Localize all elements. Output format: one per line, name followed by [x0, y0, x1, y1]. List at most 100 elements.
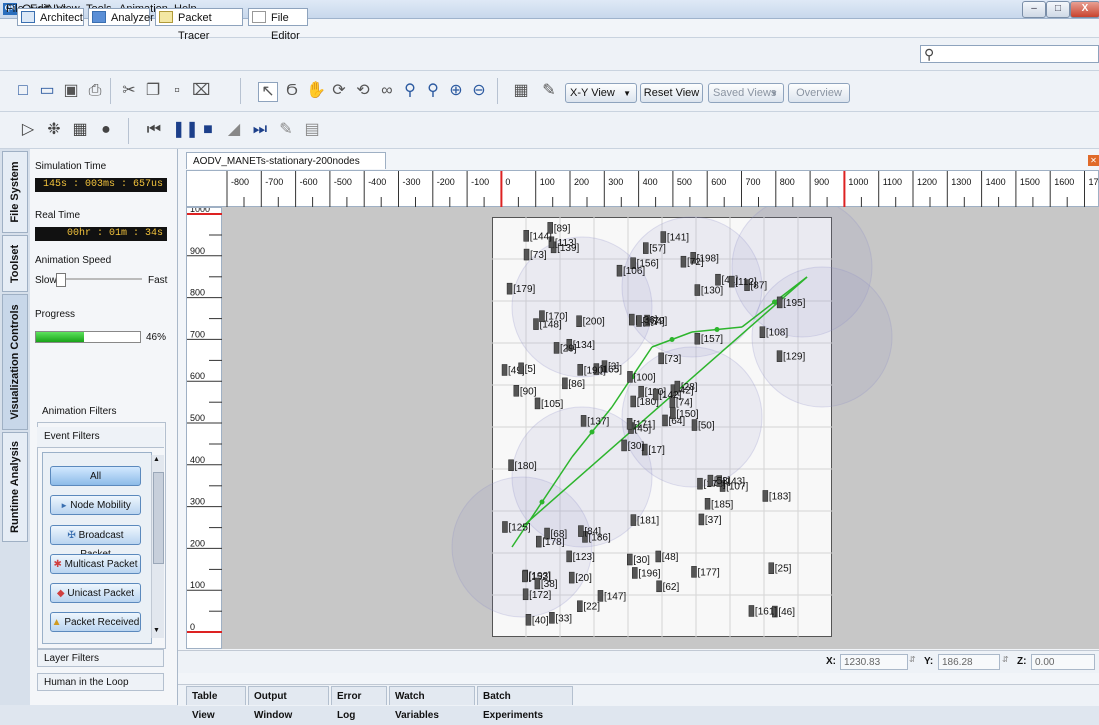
node-device-icon[interactable]: [535, 398, 540, 409]
node-device-icon[interactable]: [656, 551, 661, 562]
scroll-up-icon[interactable]: ▲: [153, 456, 160, 463]
tab-runtime-analysis[interactable]: Runtime Analysis: [2, 432, 28, 542]
node-device-icon[interactable]: [577, 601, 582, 612]
node-device-icon[interactable]: [631, 396, 636, 407]
cut-icon[interactable]: ✂: [120, 82, 138, 100]
node-device-icon[interactable]: [729, 276, 734, 287]
edit-icon[interactable]: ✎: [276, 120, 296, 140]
paste-icon[interactable]: ▫: [168, 82, 186, 100]
brush-icon[interactable]: ✎: [540, 82, 558, 100]
pan-hand-icon[interactable]: ✋: [306, 82, 324, 100]
tab-visualization-controls[interactable]: Visualization Controls: [2, 294, 28, 430]
filter-packet-received-button[interactable]: ▲ Packet Received: [50, 612, 141, 632]
node-device-icon[interactable]: [657, 581, 662, 592]
node-device-icon[interactable]: [577, 316, 582, 327]
node-device-icon[interactable]: [691, 566, 696, 577]
node-device-icon[interactable]: [695, 285, 700, 296]
tab-batch-experiments[interactable]: Batch Experiments: [477, 686, 573, 705]
tab-watch-variables[interactable]: Watch Variables: [389, 686, 475, 705]
node-device-icon[interactable]: [502, 364, 507, 375]
node-device-icon[interactable]: [536, 536, 541, 547]
node-device-icon[interactable]: [769, 563, 774, 574]
node-device-icon[interactable]: [507, 283, 512, 294]
speed-slider-handle[interactable]: [56, 273, 66, 287]
new-scenario-icon[interactable]: □: [14, 82, 32, 100]
zoom-icon[interactable]: ⚲: [401, 82, 419, 100]
tab-toolset[interactable]: Toolset: [2, 235, 28, 292]
node-device-icon[interactable]: [523, 589, 528, 600]
z-coord-field[interactable]: 0.00: [1031, 654, 1095, 670]
settings-gear-icon[interactable]: ❉: [44, 120, 64, 140]
node-device-icon[interactable]: [708, 475, 713, 486]
maximize-button[interactable]: □: [1046, 1, 1070, 18]
scroll-down-icon[interactable]: ▼: [153, 627, 160, 634]
node-device-icon[interactable]: [643, 243, 648, 254]
node-device-icon[interactable]: [637, 315, 642, 326]
node-device-icon[interactable]: [695, 333, 700, 344]
filter-multicast-button[interactable]: ✱ Multicast Packet: [50, 554, 141, 574]
node-device-icon[interactable]: [578, 526, 583, 537]
zoom-in-icon[interactable]: ⊕: [447, 82, 465, 100]
node-device-icon[interactable]: [749, 605, 754, 616]
node-device-icon[interactable]: [659, 353, 664, 364]
pause-icon[interactable]: ❚❚: [172, 120, 192, 140]
scenario-tab[interactable]: AODV_MANETs-stationary-200nodes: [186, 152, 386, 169]
filter-broadcast-button[interactable]: ✠ Broadcast Packet: [50, 525, 141, 545]
architect-button[interactable]: Architect: [17, 8, 84, 26]
stop-icon[interactable]: ■: [198, 120, 218, 140]
close-tab-icon[interactable]: ✕: [1088, 155, 1099, 166]
network-graph[interactable]: [17][148][45][193][42][186][198][79][130…: [222, 207, 1099, 649]
x-spinner-icon[interactable]: ⇵: [909, 655, 916, 664]
file-editor-button[interactable]: File Editor: [248, 8, 308, 26]
open-folder-icon[interactable]: ▭: [38, 82, 56, 100]
node-device-icon[interactable]: [598, 590, 603, 601]
node-device-icon[interactable]: [578, 364, 583, 375]
filter-unicast-button[interactable]: ◆ Unicast Packet: [50, 583, 141, 603]
packet-tracer-button[interactable]: Packet Tracer: [155, 8, 243, 26]
x-coord-field[interactable]: 1230.83: [840, 654, 908, 670]
node-device-icon[interactable]: [526, 614, 531, 625]
saved-views-dropdown[interactable]: Saved Views▼: [708, 83, 784, 103]
search-icon[interactable]: ⚲: [924, 46, 934, 63]
node-device-icon[interactable]: [705, 498, 710, 509]
record-icon[interactable]: ●: [96, 120, 116, 140]
speed-slider-track[interactable]: [58, 278, 142, 280]
filter-scrollbar-thumb[interactable]: [153, 472, 164, 564]
node-device-icon[interactable]: [569, 572, 574, 583]
lasso-icon[interactable]: Ϭ: [283, 82, 301, 100]
node-device-icon[interactable]: [548, 222, 553, 233]
layer-filters-button[interactable]: Layer Filters: [37, 649, 164, 667]
node-device-icon[interactable]: [661, 232, 666, 243]
minimize-button[interactable]: –: [1022, 1, 1046, 18]
stats-chart-icon[interactable]: ▤: [302, 120, 322, 140]
node-device-icon[interactable]: [629, 314, 634, 325]
node-device-icon[interactable]: [670, 408, 675, 419]
human-in-loop-button[interactable]: Human in the Loop: [37, 673, 164, 691]
node-device-icon[interactable]: [554, 342, 559, 353]
reset-view-button[interactable]: Reset View: [640, 83, 703, 103]
y-coord-field[interactable]: 186.28: [938, 654, 1000, 670]
analyzer-button[interactable]: Analyzer: [88, 8, 150, 26]
tab-error-log[interactable]: Error Log: [331, 686, 387, 705]
node-device-icon[interactable]: [715, 274, 720, 285]
node-device-icon[interactable]: [653, 389, 658, 400]
node-device-icon[interactable]: [502, 521, 507, 532]
node-device-icon[interactable]: [639, 386, 644, 397]
rewind-icon[interactable]: ⏮: [144, 120, 164, 140]
node-device-icon[interactable]: [622, 440, 627, 451]
node-device-icon[interactable]: [509, 460, 514, 471]
node-device-icon[interactable]: [763, 490, 768, 501]
node-device-icon[interactable]: [549, 612, 554, 623]
link-icon[interactable]: ∞: [378, 82, 396, 100]
view-select[interactable]: X-Y View▼: [565, 83, 637, 103]
grid-settings-icon[interactable]: ▦: [512, 82, 530, 100]
delete-icon[interactable]: ⌧: [192, 82, 210, 100]
network-canvas[interactable]: [17][148][45][193][42][186][198][79][130…: [222, 207, 1099, 649]
node-device-icon[interactable]: [627, 554, 632, 565]
node-device-icon[interactable]: [627, 371, 632, 382]
search-input[interactable]: [920, 45, 1099, 63]
node-device-icon[interactable]: [631, 515, 636, 526]
node-device-icon[interactable]: [760, 327, 765, 338]
node-device-icon[interactable]: [533, 319, 538, 330]
node-device-icon[interactable]: [567, 551, 572, 562]
